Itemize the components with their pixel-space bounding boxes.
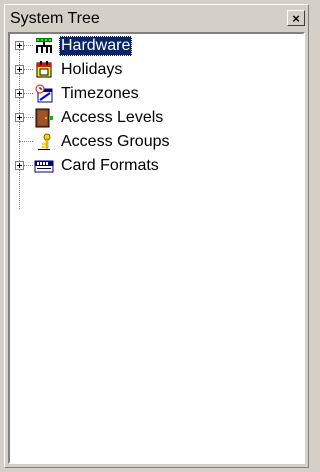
tree-item-label: Access Groups	[61, 133, 170, 150]
tree-item-access-groups[interactable]: Access Groups	[10, 130, 303, 154]
expand-icon[interactable]	[15, 113, 24, 122]
close-button[interactable]: ×	[287, 10, 305, 26]
tree-item-hardware[interactable]: Hardware	[10, 34, 303, 58]
expand-icon[interactable]	[15, 41, 24, 50]
tree-item-label: Holidays	[61, 61, 123, 78]
tree-item-access-levels[interactable]: Access Levels	[10, 106, 303, 130]
expand-icon[interactable]	[15, 89, 24, 98]
tree-item-card-formats[interactable]: Card Formats	[10, 154, 303, 178]
expand-icon[interactable]	[15, 161, 24, 170]
panel-titlebar: System Tree ×	[8, 8, 305, 30]
panel-title: System Tree	[10, 10, 100, 27]
card-icon	[34, 160, 54, 173]
close-icon: ×	[292, 10, 300, 26]
calendar-icon	[36, 61, 52, 78]
system-tree-panel: System Tree × Hardware Holidays Timezone…	[4, 4, 309, 468]
tree-item-label: Hardware	[59, 36, 133, 56]
tree-item-label: Timezones	[61, 85, 139, 102]
tree-item-label: Card Formats	[61, 157, 159, 174]
clock-calendar-icon	[35, 84, 53, 103]
door-icon	[35, 108, 53, 128]
tree-view[interactable]: Hardware Holidays Timezones Access Level…	[8, 32, 305, 464]
tree-item-holidays[interactable]: Holidays	[10, 58, 303, 82]
expand-icon[interactable]	[15, 65, 24, 74]
hardware-icon	[36, 38, 52, 53]
tree-item-timezones[interactable]: Timezones	[10, 82, 303, 106]
key-icon	[38, 133, 51, 150]
tree-item-label: Access Levels	[61, 109, 164, 126]
